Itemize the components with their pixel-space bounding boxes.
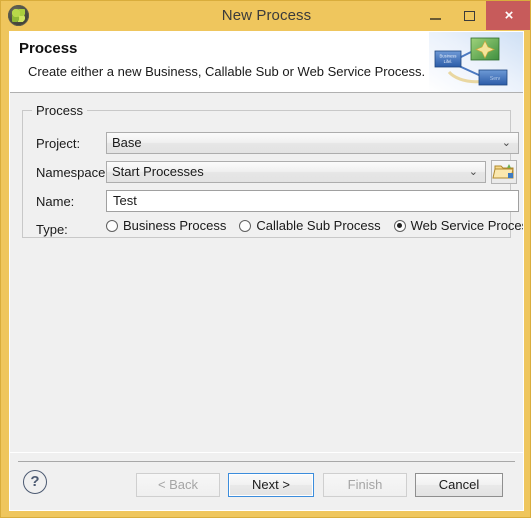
- radio-business-process[interactable]: Business Process: [106, 218, 226, 233]
- namespace-label: Namespace:: [36, 165, 109, 180]
- svg-text:Lifel.: Lifel.: [444, 59, 453, 64]
- radio-label: Callable Sub Process: [256, 218, 381, 233]
- chevron-down-icon: ⌄: [468, 166, 478, 178]
- radio-callable-sub-process[interactable]: Callable Sub Process: [239, 218, 381, 233]
- radio-label: Web Service Process: [410, 218, 524, 233]
- radio-icon: [239, 219, 252, 232]
- process-diagram-banner-icon: Business Lifel. Serv: [429, 32, 523, 92]
- type-label: Type:: [36, 222, 68, 237]
- namespace-value: Start Processes: [112, 164, 204, 179]
- groupbox-legend: Process: [32, 103, 87, 118]
- back-button[interactable]: < Back: [136, 473, 220, 497]
- namespace-browse-button[interactable]: [491, 160, 517, 184]
- chevron-down-icon: ⌄: [501, 137, 511, 149]
- footer-separator-light: [10, 452, 523, 453]
- new-process-dialog: New Process × Process Create either a ne…: [0, 0, 531, 518]
- radio-icon: [106, 219, 118, 232]
- next-button[interactable]: Next >: [228, 473, 314, 497]
- radio-selected-icon: [393, 219, 406, 232]
- close-icon: ×: [504, 7, 514, 24]
- name-value: Test: [113, 193, 137, 208]
- project-value: Base: [112, 135, 142, 150]
- name-input[interactable]: Test: [106, 190, 519, 212]
- minimize-icon: [418, 1, 452, 30]
- namespace-combobox[interactable]: Start Processes ⌄: [106, 161, 486, 183]
- page-subtitle: Create either a new Business, Callable S…: [28, 64, 426, 79]
- cancel-button[interactable]: Cancel: [415, 473, 503, 497]
- folder-browse-icon: [492, 164, 514, 179]
- page-title: Process: [19, 40, 78, 57]
- svg-text:Business: Business: [440, 54, 457, 59]
- footer-separator: [18, 461, 515, 462]
- dialog-content: Process Create either a new Business, Ca…: [9, 31, 524, 511]
- name-label: Name:: [36, 194, 75, 209]
- maximize-button[interactable]: [452, 1, 486, 30]
- maximize-icon: [452, 1, 486, 30]
- title-bar[interactable]: New Process ×: [1, 1, 530, 30]
- help-button[interactable]: ?: [23, 470, 47, 494]
- radio-label: Business Process: [123, 218, 227, 233]
- minimize-button[interactable]: [418, 1, 452, 30]
- project-combobox[interactable]: Base ⌄: [106, 132, 519, 154]
- radio-web-service-process[interactable]: Web Service Process: [393, 218, 524, 233]
- window-controls: ×: [418, 1, 530, 30]
- close-button[interactable]: ×: [486, 1, 530, 30]
- finish-button[interactable]: Finish: [323, 473, 407, 497]
- svg-text:Serv: Serv: [490, 76, 501, 82]
- type-radio-group: Business Process Callable Sub Process We…: [106, 218, 524, 233]
- dialog-header: Process Create either a new Business, Ca…: [10, 32, 523, 93]
- project-label: Project:: [36, 136, 81, 151]
